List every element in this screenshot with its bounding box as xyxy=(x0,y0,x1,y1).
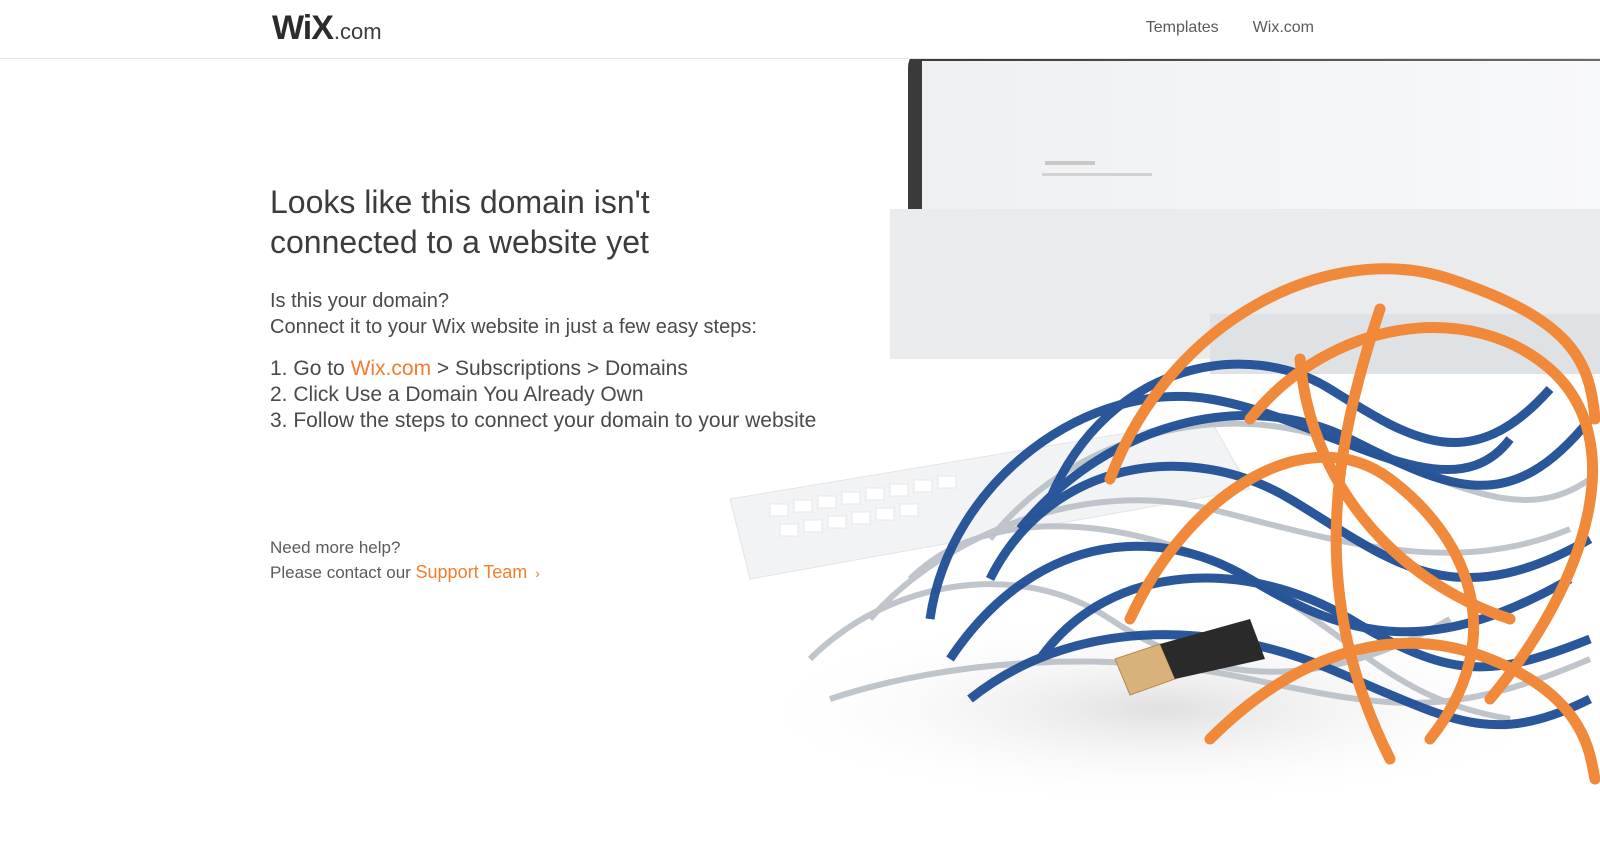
help-section: Need more help? Please contact our Suppo… xyxy=(270,535,540,586)
contact-line: Please contact our Support Team › xyxy=(270,560,540,586)
main-content: Looks like this domain isn't connected t… xyxy=(270,182,816,434)
logo-wordmark: WiX xyxy=(272,9,334,47)
top-header: WiX .com Templates Wix.com xyxy=(0,0,1600,59)
page-title: Looks like this domain isn't connected t… xyxy=(270,182,816,262)
step-2: 2. Click Use a Domain You Already Own xyxy=(270,382,816,408)
step-number: 1. xyxy=(270,357,288,380)
help-heading: Need more help? xyxy=(270,538,401,557)
top-nav: Templates Wix.com xyxy=(1146,19,1314,37)
title-line-2: connected to a website yet xyxy=(270,224,649,260)
step-number: 3. xyxy=(270,409,288,432)
connect-intro: Connect it to your Wix website in just a… xyxy=(270,316,757,338)
wix-logo[interactable]: WiX .com xyxy=(272,9,382,47)
step-1-suffix: > Subscriptions > Domains xyxy=(431,357,688,380)
logo-suffix: .com xyxy=(333,19,382,44)
step-1: 1. Go to Wix.com > Subscriptions > Domai… xyxy=(270,356,816,382)
step-1-prefix: Go to xyxy=(293,357,351,380)
contact-prefix: Please contact our xyxy=(270,563,416,582)
step-2-text: Click Use a Domain You Already Own xyxy=(293,383,644,406)
instructions-intro: Is this your domain? Connect it to your … xyxy=(270,288,816,340)
step-3-text: Follow the steps to connect your domain … xyxy=(293,409,817,432)
tangled-cables-illustration xyxy=(729,59,1600,809)
nav-wix-link[interactable]: Wix.com xyxy=(1253,19,1314,37)
wix-com-link[interactable]: Wix.com xyxy=(351,357,432,380)
steps-list: 1. Go to Wix.com > Subscriptions > Domai… xyxy=(270,356,816,434)
monitor-shape xyxy=(890,59,1600,374)
domain-question: Is this your domain? xyxy=(270,290,449,312)
step-3: 3. Follow the steps to connect your doma… xyxy=(270,408,816,434)
title-line-1: Looks like this domain isn't xyxy=(270,184,650,220)
step-number: 2. xyxy=(270,383,288,406)
nav-templates-link[interactable]: Templates xyxy=(1146,19,1219,37)
support-team-link[interactable]: Support Team xyxy=(416,562,528,582)
chevron-right-icon: › xyxy=(535,565,540,581)
